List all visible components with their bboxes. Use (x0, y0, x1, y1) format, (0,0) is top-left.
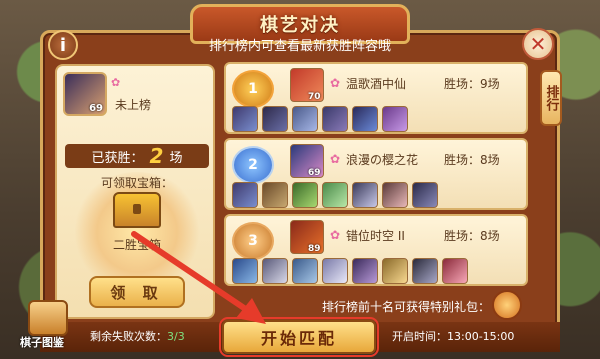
rank-badge-3: 3 (232, 222, 274, 260)
leader-wins: 胜场：8场 (444, 153, 500, 167)
remaining-losses: 剩余失败次数：3/3 (90, 328, 185, 344)
close-icon[interactable]: ✕ (522, 28, 554, 60)
chest-prompt: 可领取宝箱： (100, 176, 173, 190)
remaining-label: 剩余失败次数： (90, 330, 167, 343)
chess-piece[interactable] (292, 182, 318, 208)
chess-piece[interactable] (382, 182, 408, 208)
gift-pack-icon[interactable] (492, 290, 522, 320)
chess-piece[interactable] (262, 182, 288, 208)
player-name: ✿ (111, 76, 120, 89)
page-title: 棋艺对决 (260, 15, 340, 36)
ranking-row[interactable]: 1 70 ✿ 温歌酒中仙 胜场：9场 (224, 62, 528, 134)
chess-piece[interactable] (292, 258, 318, 284)
chess-piece[interactable] (352, 258, 378, 284)
player-panel: 69 ✿ 未上榜 已获胜： 2 场 可领取宝箱： 二胜宝箱 领 取 (55, 64, 215, 319)
chess-piece[interactable] (412, 258, 438, 284)
wins-counter: 已获胜： 2 场 (65, 144, 209, 168)
leader-level: 89 (308, 244, 321, 254)
chess-piece[interactable] (322, 258, 348, 284)
leader-wins: 胜场：9场 (444, 77, 500, 91)
handbook-label[interactable]: 棋子图鉴 (20, 334, 64, 350)
subtitle: 排行榜内可查看最新获胜阵容哦 (208, 39, 391, 54)
wins-prefix: 已获胜： (91, 150, 144, 166)
ranking-row[interactable]: 3 89 ✿ 错位时空 II 胜场：8场 (224, 214, 528, 286)
chess-piece[interactable] (322, 182, 348, 208)
open-time: 开启时间：13:00-15:00 (392, 330, 515, 343)
start-match-button[interactable]: 开始匹配 (219, 317, 379, 357)
lotus-icon: ✿ (330, 76, 341, 90)
avatar[interactable]: 69 (63, 72, 107, 116)
chess-piece[interactable] (232, 106, 258, 132)
piece-lineup (232, 106, 408, 132)
chess-piece[interactable] (442, 258, 468, 284)
chest-name: 二胜宝箱 (112, 238, 161, 252)
reward-note: 排行榜前十名可获得特别礼包： (321, 300, 490, 314)
lotus-icon: ✿ (111, 76, 121, 89)
wins-suffix: 场 (169, 150, 183, 166)
treasure-chest-icon[interactable] (113, 192, 161, 228)
chess-piece[interactable] (352, 106, 378, 132)
info-icon[interactable]: i (48, 30, 78, 60)
chess-piece[interactable] (292, 106, 318, 132)
chess-piece[interactable] (262, 106, 288, 132)
lotus-icon: ✿ (330, 228, 341, 242)
piece-lineup (232, 258, 468, 284)
leader-level: 69 (308, 168, 321, 178)
handbook-icon[interactable] (28, 300, 68, 336)
leader-name: 错位时空 II (346, 229, 405, 243)
chess-piece[interactable] (322, 106, 348, 132)
chess-piece[interactable] (232, 182, 258, 208)
rank-status: 未上榜 (115, 98, 152, 112)
lotus-icon: ✿ (330, 152, 341, 166)
piece-lineup (232, 182, 438, 208)
leader-name: 温歌酒中仙 (346, 77, 407, 91)
wins-value: 2 (149, 144, 164, 168)
leader-name: 浪漫の樱之花 (346, 153, 419, 167)
leader-wins: 胜场：8场 (444, 229, 500, 243)
leader-level: 70 (308, 92, 321, 102)
chess-piece[interactable] (382, 106, 408, 132)
player-level: 69 (89, 103, 103, 114)
chess-piece[interactable] (262, 258, 288, 284)
ranking-tab[interactable]: 排行 (540, 70, 562, 126)
claim-button[interactable]: 领 取 (89, 276, 185, 308)
rank-badge-2: 2 (232, 146, 274, 184)
chess-piece[interactable] (352, 182, 378, 208)
ranking-row[interactable]: 2 69 ✿ 浪漫の樱之花 胜场：8场 (224, 138, 528, 210)
chess-piece[interactable] (382, 258, 408, 284)
remaining-value: 3/3 (167, 330, 185, 343)
chess-piece[interactable] (412, 182, 438, 208)
chess-piece[interactable] (232, 258, 258, 284)
ranking-list: 1 70 ✿ 温歌酒中仙 胜场：9场 2 69 ✿ 浪漫の樱之花 胜场：8场 3… (224, 62, 528, 290)
rank-badge-1: 1 (232, 70, 274, 108)
